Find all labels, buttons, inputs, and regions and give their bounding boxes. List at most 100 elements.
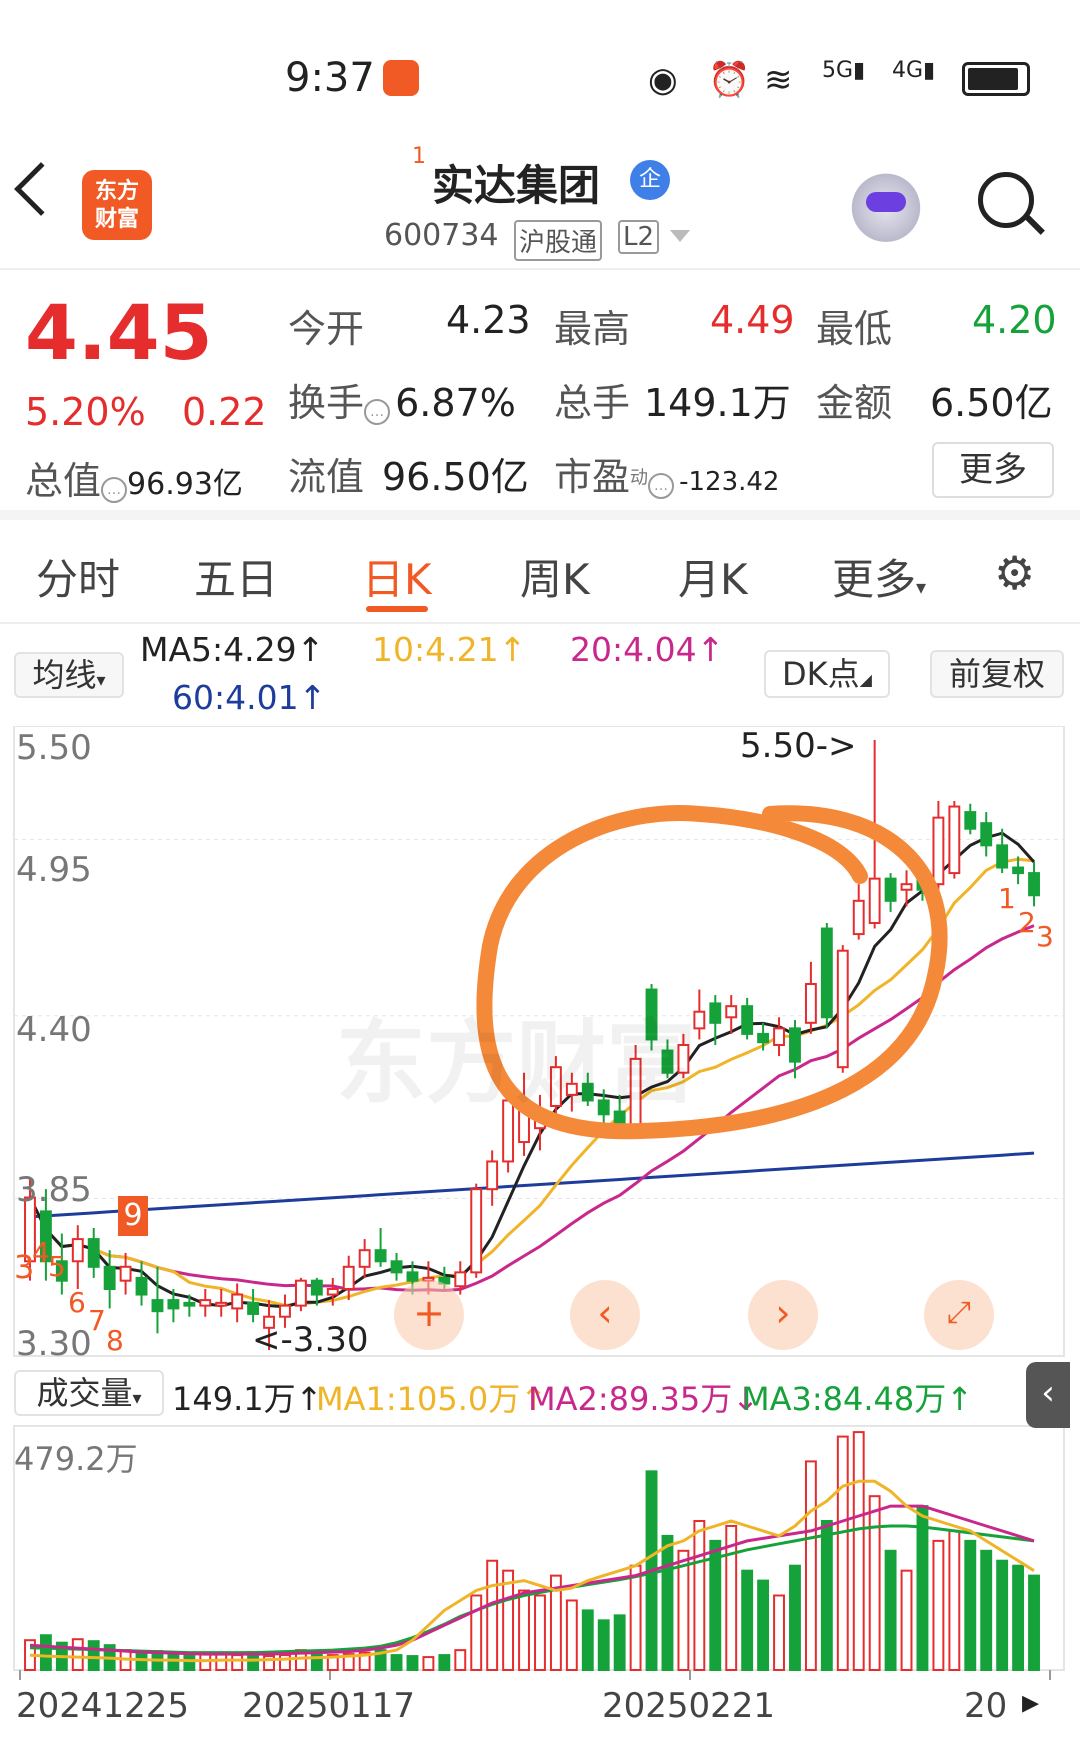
add-drawing-icon[interactable]: + [394,1280,464,1350]
candle-body [358,1249,371,1268]
candle [215,1289,228,1317]
market-cap: 总值… 96.93亿 [25,459,243,503]
volume-bar [534,1594,546,1672]
ai-assistant-visor [866,192,906,212]
candle [151,1266,164,1334]
more-quote-button[interactable]: 更多 [932,442,1054,498]
candle-body [215,1301,228,1307]
stock-header: 东方 财富 1 实达集团 企 600734 沪股通 L2 [0,130,1080,270]
volume-bar [502,1569,515,1672]
app-notification-icon [383,60,419,96]
info-icon[interactable]: … [101,476,128,503]
tab-more[interactable]: 更多▾ [832,546,926,607]
adjust-button[interactable]: 前复权 [930,650,1064,698]
seq-marker: 7 [88,1304,106,1337]
candle-body [1012,866,1025,875]
candle [390,1252,403,1281]
volume-bar [709,1539,722,1671]
tab-five-day[interactable]: 五日 [194,546,278,607]
price-axis-label: 3.30 [16,1324,92,1364]
candle-body [900,883,913,891]
dk-point-button[interactable]: DK点◢ [764,650,890,698]
volume-selector[interactable]: 成交量▾ [14,1370,164,1416]
date-label: 20250117 [242,1686,416,1726]
candle [87,1228,100,1278]
volume-bar [518,1589,530,1672]
candle-body [167,1299,180,1310]
chevron-right-icon[interactable]: › [748,1280,818,1350]
candle-body [741,1005,754,1035]
collapse-panel-icon[interactable]: ‹ [1026,1362,1070,1428]
volume-bar [964,1539,977,1671]
gear-icon[interactable]: ⚙ [994,546,1035,600]
volume-bar [87,1640,100,1672]
quote-panel: 4.45 5.20% 0.22 总值… 96.93亿 今开 4.23 最高 4.4… [0,270,1080,520]
chevron-left-icon[interactable]: ‹ [570,1280,640,1350]
candle-body [454,1271,467,1288]
candle [470,1183,483,1278]
candle [342,1255,355,1301]
volume-ma2: MA2:89.35万↓ [528,1380,760,1418]
candle-body [374,1249,387,1263]
dropdown-icon: ▾ [916,575,927,599]
volume-ma3-line [29,1524,1035,1655]
seq-marker: 1 [998,882,1016,915]
volume-value: 149.1万 [644,381,791,425]
volume-bar [948,1529,961,1671]
candle-body [884,877,897,902]
volume-bar [693,1520,706,1671]
tab-weekly-k[interactable]: 周K [520,546,590,607]
candle-body [406,1271,419,1282]
candle [486,1150,499,1206]
candle [1028,862,1040,907]
chevron-down-icon[interactable] [670,230,690,242]
watermark: 东方财富 [336,1011,696,1116]
candle-body [326,1288,339,1296]
info-icon[interactable]: … [364,398,391,425]
volume-bar [597,1619,610,1671]
volume-bar [406,1655,419,1672]
price-axis-label: 4.40 [16,1010,92,1050]
candle-body [71,1238,84,1263]
candle-body [932,816,945,886]
volume-bar [884,1549,897,1671]
back-icon[interactable] [14,162,68,216]
eye-icon: ◉ [648,60,678,100]
volume-bar [390,1654,403,1671]
stock-code: 600734 [384,218,499,253]
candle [374,1228,387,1267]
volume-bar [310,1651,323,1671]
candle [836,945,849,1073]
tab-monthly-k[interactable]: 月K [678,546,748,607]
info-icon[interactable]: … [648,472,675,499]
scroll-right-icon[interactable]: ▸ [1022,1682,1039,1722]
level2-tag: L2 [618,220,660,254]
volume-bars [24,1431,1040,1672]
candle [741,997,754,1040]
candle-body [789,1027,801,1063]
hk-connect-tag: 沪股通 [514,220,603,261]
open-label: 今开 [288,307,365,351]
candle-body [757,1032,770,1044]
volume-bar [470,1594,483,1672]
candle-body [87,1238,100,1268]
volume-bar [231,1654,244,1671]
ma-selector[interactable]: 均线▾ [14,652,124,698]
expand-icon[interactable]: ⤢ [924,1280,994,1350]
volume-bar [279,1654,291,1671]
candle-body [279,1304,291,1318]
candle-body [199,1299,212,1307]
volume-bar [613,1614,626,1671]
seq-marker: 6 [68,1286,86,1319]
candle [820,923,833,1029]
stock-name[interactable]: 实达集团 [432,152,600,213]
kline-chart[interactable] [0,726,1080,1739]
ma60-line [29,1151,1035,1219]
tab-intraday[interactable]: 分时 [36,546,120,607]
clock: 9:37 [285,55,375,101]
candle [884,873,897,912]
candle-body [852,899,865,936]
tab-daily-k[interactable]: 日K [362,546,432,607]
volume-bar [932,1539,945,1671]
candle-body [725,1005,738,1019]
